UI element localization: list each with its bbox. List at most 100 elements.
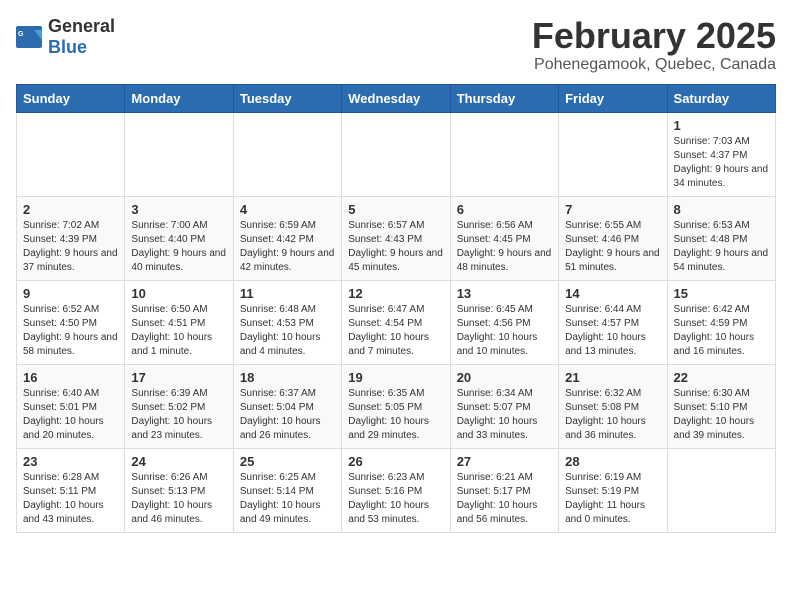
day-number: 12 xyxy=(348,286,443,301)
day-info: Sunrise: 6:30 AM Sunset: 5:10 PM Dayligh… xyxy=(674,387,769,443)
day-number: 13 xyxy=(457,286,552,301)
calendar-cell: 27 Sunrise: 6:21 AM Sunset: 5:17 PM Dayli… xyxy=(450,448,558,532)
day-info: Sunrise: 6:48 AM Sunset: 4:53 PM Dayligh… xyxy=(240,303,335,359)
day-number: 10 xyxy=(131,286,226,301)
calendar-cell: 2 Sunrise: 7:02 AM Sunset: 4:39 PM Daylig… xyxy=(17,196,125,280)
day-number: 8 xyxy=(674,202,769,217)
day-info: Sunrise: 6:28 AM Sunset: 5:11 PM Dayligh… xyxy=(23,471,118,527)
calendar-cell xyxy=(17,112,125,196)
day-number: 18 xyxy=(240,370,335,385)
day-info: Sunrise: 6:34 AM Sunset: 5:07 PM Dayligh… xyxy=(457,387,552,443)
day-number: 5 xyxy=(348,202,443,217)
day-info: Sunrise: 6:32 AM Sunset: 5:08 PM Dayligh… xyxy=(565,387,660,443)
weekday-header-wednesday: Wednesday xyxy=(342,84,450,112)
day-number: 15 xyxy=(674,286,769,301)
calendar-cell: 8 Sunrise: 6:53 AM Sunset: 4:48 PM Daylig… xyxy=(667,196,775,280)
day-number: 11 xyxy=(240,286,335,301)
logo-blue: Blue xyxy=(48,37,87,57)
week-row-2: 2 Sunrise: 7:02 AM Sunset: 4:39 PM Daylig… xyxy=(17,196,776,280)
day-number: 28 xyxy=(565,454,660,469)
day-number: 27 xyxy=(457,454,552,469)
calendar-cell: 1Sunrise: 7:03 AM Sunset: 4:37 PM Daylig… xyxy=(667,112,775,196)
day-number: 17 xyxy=(131,370,226,385)
week-row-1: 1Sunrise: 7:03 AM Sunset: 4:37 PM Daylig… xyxy=(17,112,776,196)
day-info: Sunrise: 7:00 AM Sunset: 4:40 PM Dayligh… xyxy=(131,219,226,275)
weekday-header-tuesday: Tuesday xyxy=(233,84,341,112)
calendar-cell: 3 Sunrise: 7:00 AM Sunset: 4:40 PM Daylig… xyxy=(125,196,233,280)
month-title: February 2025 xyxy=(532,16,776,56)
calendar-cell: 22Sunrise: 6:30 AM Sunset: 5:10 PM Dayli… xyxy=(667,364,775,448)
calendar-cell: 23 Sunrise: 6:28 AM Sunset: 5:11 PM Dayli… xyxy=(17,448,125,532)
calendar-cell xyxy=(342,112,450,196)
day-info: Sunrise: 6:55 AM Sunset: 4:46 PM Dayligh… xyxy=(565,219,660,275)
calendar-cell: 28 Sunrise: 6:19 AM Sunset: 5:19 PM Dayli… xyxy=(559,448,667,532)
day-info: Sunrise: 6:47 AM Sunset: 4:54 PM Dayligh… xyxy=(348,303,443,359)
calendar-cell xyxy=(667,448,775,532)
day-number: 9 xyxy=(23,286,118,301)
day-info: Sunrise: 6:42 AM Sunset: 4:59 PM Dayligh… xyxy=(674,303,769,359)
day-info: Sunrise: 6:25 AM Sunset: 5:14 PM Dayligh… xyxy=(240,471,335,527)
calendar-cell: 6Sunrise: 6:56 AM Sunset: 4:45 PM Daylig… xyxy=(450,196,558,280)
day-info: Sunrise: 6:35 AM Sunset: 5:05 PM Dayligh… xyxy=(348,387,443,443)
week-row-3: 9 Sunrise: 6:52 AM Sunset: 4:50 PM Daylig… xyxy=(17,280,776,364)
page-header: G General Blue February 2025 Pohenegamoo… xyxy=(16,16,776,74)
week-row-4: 16 Sunrise: 6:40 AM Sunset: 5:01 PM Dayli… xyxy=(17,364,776,448)
calendar-cell xyxy=(125,112,233,196)
logo-icon: G xyxy=(16,26,44,48)
calendar-cell: 25Sunrise: 6:25 AM Sunset: 5:14 PM Dayli… xyxy=(233,448,341,532)
day-info: Sunrise: 6:19 AM Sunset: 5:19 PM Dayligh… xyxy=(565,471,660,527)
day-number: 21 xyxy=(565,370,660,385)
day-info: Sunrise: 6:40 AM Sunset: 5:01 PM Dayligh… xyxy=(23,387,118,443)
calendar-cell xyxy=(450,112,558,196)
day-info: Sunrise: 6:50 AM Sunset: 4:51 PM Dayligh… xyxy=(131,303,226,359)
day-number: 2 xyxy=(23,202,118,217)
logo-general: General xyxy=(48,16,115,36)
weekday-header-sunday: Sunday xyxy=(17,84,125,112)
day-info: Sunrise: 6:23 AM Sunset: 5:16 PM Dayligh… xyxy=(348,471,443,527)
day-number: 24 xyxy=(131,454,226,469)
calendar-cell: 18 Sunrise: 6:37 AM Sunset: 5:04 PM Dayli… xyxy=(233,364,341,448)
calendar-cell: 24Sunrise: 6:26 AM Sunset: 5:13 PM Dayli… xyxy=(125,448,233,532)
day-info: Sunrise: 6:53 AM Sunset: 4:48 PM Dayligh… xyxy=(674,219,769,275)
calendar-cell: 16 Sunrise: 6:40 AM Sunset: 5:01 PM Dayli… xyxy=(17,364,125,448)
calendar-cell: 10 Sunrise: 6:50 AM Sunset: 4:51 PM Dayli… xyxy=(125,280,233,364)
calendar-cell: 9 Sunrise: 6:52 AM Sunset: 4:50 PM Daylig… xyxy=(17,280,125,364)
day-info: Sunrise: 6:39 AM Sunset: 5:02 PM Dayligh… xyxy=(131,387,226,443)
calendar-cell: 7 Sunrise: 6:55 AM Sunset: 4:46 PM Daylig… xyxy=(559,196,667,280)
day-info: Sunrise: 6:21 AM Sunset: 5:17 PM Dayligh… xyxy=(457,471,552,527)
day-info: Sunrise: 6:59 AM Sunset: 4:42 PM Dayligh… xyxy=(240,219,335,275)
calendar-cell xyxy=(559,112,667,196)
location-title: Pohenegamook, Quebec, Canada xyxy=(532,56,776,74)
day-number: 16 xyxy=(23,370,118,385)
calendar-cell xyxy=(233,112,341,196)
weekday-header-saturday: Saturday xyxy=(667,84,775,112)
day-number: 3 xyxy=(131,202,226,217)
calendar-cell: 15 Sunrise: 6:42 AM Sunset: 4:59 PM Dayli… xyxy=(667,280,775,364)
day-number: 26 xyxy=(348,454,443,469)
calendar-cell: 21 Sunrise: 6:32 AM Sunset: 5:08 PM Dayli… xyxy=(559,364,667,448)
day-number: 14 xyxy=(565,286,660,301)
title-area: February 2025 Pohenegamook, Quebec, Cana… xyxy=(532,16,776,74)
day-number: 4 xyxy=(240,202,335,217)
calendar-cell: 26 Sunrise: 6:23 AM Sunset: 5:16 PM Dayli… xyxy=(342,448,450,532)
day-number: 23 xyxy=(23,454,118,469)
day-number: 6 xyxy=(457,202,552,217)
day-number: 19 xyxy=(348,370,443,385)
day-info: Sunrise: 6:37 AM Sunset: 5:04 PM Dayligh… xyxy=(240,387,335,443)
calendar-cell: 19 Sunrise: 6:35 AM Sunset: 5:05 PM Dayli… xyxy=(342,364,450,448)
day-info: Sunrise: 7:03 AM Sunset: 4:37 PM Dayligh… xyxy=(674,135,769,191)
weekday-header-row: SundayMondayTuesdayWednesdayThursdayFrid… xyxy=(17,84,776,112)
week-row-5: 23 Sunrise: 6:28 AM Sunset: 5:11 PM Dayli… xyxy=(17,448,776,532)
calendar-cell: 5 Sunrise: 6:57 AM Sunset: 4:43 PM Daylig… xyxy=(342,196,450,280)
day-number: 7 xyxy=(565,202,660,217)
day-info: Sunrise: 6:44 AM Sunset: 4:57 PM Dayligh… xyxy=(565,303,660,359)
weekday-header-friday: Friday xyxy=(559,84,667,112)
calendar-cell: 20 Sunrise: 6:34 AM Sunset: 5:07 PM Dayli… xyxy=(450,364,558,448)
day-info: Sunrise: 7:02 AM Sunset: 4:39 PM Dayligh… xyxy=(23,219,118,275)
logo-text: General Blue xyxy=(48,16,115,58)
day-info: Sunrise: 6:52 AM Sunset: 4:50 PM Dayligh… xyxy=(23,303,118,359)
calendar-cell: 13Sunrise: 6:45 AM Sunset: 4:56 PM Dayli… xyxy=(450,280,558,364)
day-number: 20 xyxy=(457,370,552,385)
calendar-cell: 14 Sunrise: 6:44 AM Sunset: 4:57 PM Dayli… xyxy=(559,280,667,364)
day-info: Sunrise: 6:57 AM Sunset: 4:43 PM Dayligh… xyxy=(348,219,443,275)
